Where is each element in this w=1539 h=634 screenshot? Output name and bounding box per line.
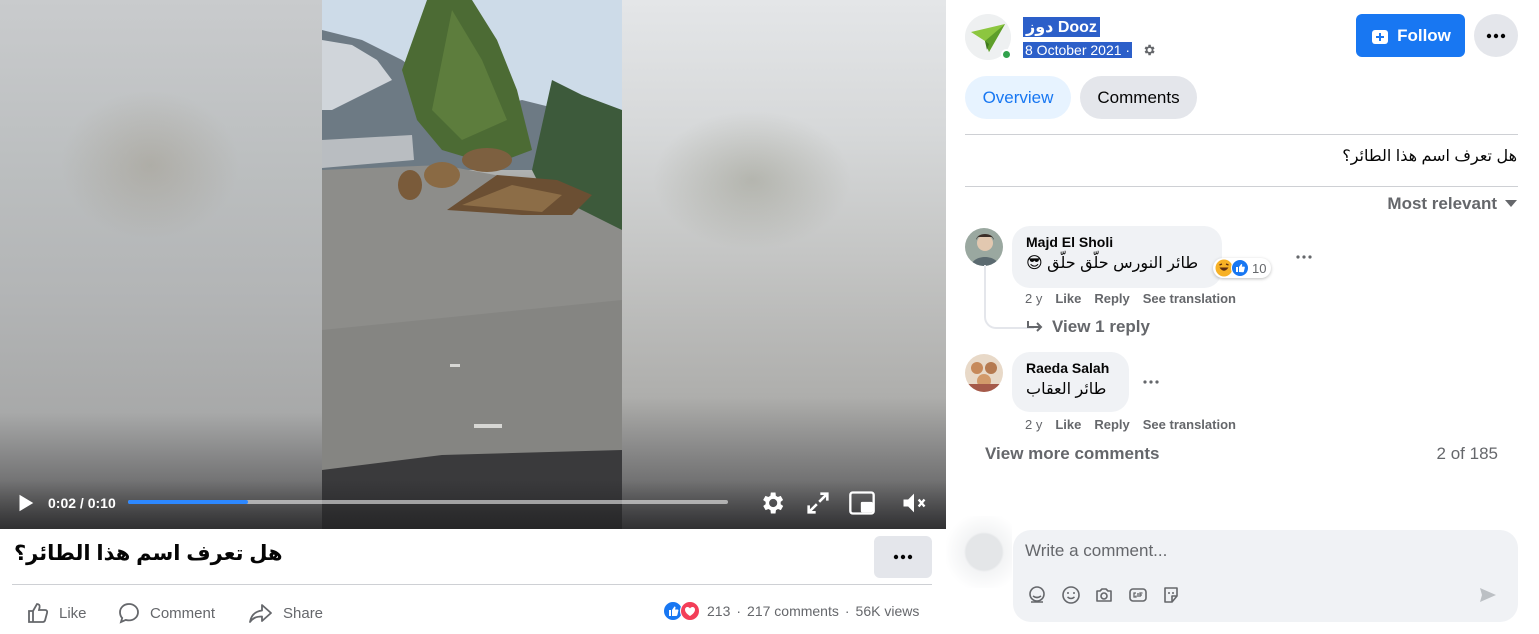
see-translation-link[interactable]: See translation [1143, 417, 1236, 432]
video-progress-bar[interactable] [128, 500, 728, 504]
comment-author[interactable]: Majd El Sholi [1026, 234, 1208, 250]
video-frame[interactable] [322, 0, 622, 529]
comment-reply-link[interactable]: Reply [1094, 291, 1129, 306]
chevron-down-icon [1505, 200, 1517, 207]
like-icon [28, 603, 49, 623]
comment-meta: 2 y Like Reply See translation [1025, 417, 1236, 432]
share-icon [249, 604, 272, 623]
page-name[interactable]: دوز Dooz [1023, 17, 1100, 37]
comment-label: Comment [150, 604, 216, 622]
love-reaction-icon [680, 601, 700, 621]
comment-text: طائر العقاب [1026, 381, 1107, 398]
fullscreen-icon[interactable] [804, 489, 832, 517]
comment-age[interactable]: 2 y [1025, 417, 1042, 432]
post-detail-panel: دوز Dooz 8 October 2021 · Follow Overvie… [946, 0, 1539, 634]
follow-plus-icon [1372, 29, 1389, 44]
more-dots-icon [1296, 255, 1312, 259]
settings-icon[interactable] [758, 489, 786, 517]
comment-options-button[interactable] [1292, 245, 1316, 269]
comment-input[interactable]: Write a comment... [1025, 541, 1167, 561]
tabs-divider [965, 134, 1518, 135]
reaction-icons[interactable] [663, 601, 700, 621]
video-player[interactable]: 0:02 / 0:10 [0, 0, 946, 529]
sort-label: Most relevant [1387, 194, 1497, 213]
comment-page-count: 2 of 185 [1436, 444, 1498, 463]
time-total: 0:10 [87, 495, 116, 511]
view-replies-link[interactable]: View 1 reply [1026, 317, 1150, 337]
tab-comments[interactable]: Comments [1080, 76, 1197, 119]
comment-text: طائر النورس حلّق حلّق 😎 [1026, 255, 1199, 272]
post-caption: هل تعرف اسم هذا الطائر؟ [14, 542, 283, 565]
tab-overview[interactable]: Overview [965, 76, 1071, 119]
see-translation-link[interactable]: See translation [1143, 291, 1236, 306]
comment-like-link[interactable]: Like [1055, 417, 1081, 432]
current-user-avatar [946, 516, 1012, 588]
send-icon[interactable] [1478, 585, 1498, 605]
video-blur-backdrop-right [622, 0, 946, 529]
picture-in-picture-icon[interactable] [848, 489, 876, 517]
avatar-image [965, 228, 1003, 266]
follow-button[interactable]: Follow [1356, 14, 1465, 57]
video-progress-fill [128, 500, 248, 504]
comment-sort-dropdown[interactable]: Most relevant [1387, 194, 1517, 214]
view-replies-label: View 1 reply [1052, 317, 1150, 336]
comment-icon [119, 603, 139, 624]
post-date[interactable]: 8 October 2021 · [1023, 42, 1133, 58]
comment-reply-link[interactable]: Reply [1094, 417, 1129, 432]
play-icon[interactable] [14, 492, 36, 514]
comment-like-link[interactable]: Like [1055, 291, 1081, 306]
avatar-image [965, 354, 1003, 392]
comment-button[interactable]: Comment [117, 598, 215, 628]
page-more-options-button[interactable] [1474, 14, 1518, 57]
like-label: Like [59, 604, 87, 622]
more-dots-icon [1486, 33, 1506, 38]
share-button[interactable]: Share [248, 598, 323, 628]
video-time: 0:02 / 0:10 [48, 495, 116, 511]
reaction-count[interactable]: 213 [707, 603, 730, 619]
commenter-avatar[interactable] [965, 228, 1003, 266]
post-text: هل تعرف اسم هذا الطائر؟ [1342, 148, 1517, 165]
view-more-comments-link[interactable]: View more comments [985, 444, 1159, 464]
post-stats: 213 · 217 comments · 56K views [663, 601, 919, 621]
video-scene [322, 0, 622, 529]
comment-reaction-count: 10 [1252, 260, 1267, 276]
follow-label: Follow [1397, 25, 1451, 45]
comment-meta: 2 y Like Reply See translation [1025, 291, 1236, 306]
post-viewer: 0:02 / 0:10 هل تعرف اسم هذا الطائر؟ Like… [0, 0, 1539, 634]
emoji-icon[interactable] [1061, 585, 1081, 605]
video-controls: 0:02 / 0:10 [0, 480, 946, 529]
commenter-avatar[interactable] [965, 354, 1003, 392]
stats-separator: · [736, 603, 742, 619]
more-dots-icon [1143, 380, 1159, 384]
sticker-icon[interactable] [1161, 585, 1181, 605]
mute-icon[interactable] [900, 489, 928, 517]
stats-separator: · [844, 603, 850, 619]
comment-bubble: Majd El Sholi طائر النورس حلّق حلّق 😎 [1012, 226, 1222, 288]
share-label: Share [283, 604, 324, 622]
like-button[interactable]: Like [26, 598, 87, 628]
online-status-dot [1001, 49, 1012, 60]
comment-reactions[interactable]: 10 [1213, 258, 1272, 278]
time-current: 0:02 [48, 495, 77, 511]
comment-author[interactable]: Raeda Salah [1026, 360, 1115, 376]
caption-divider [12, 584, 932, 585]
post-more-options-button[interactable] [874, 536, 932, 578]
audience-settings-icon[interactable] [1142, 43, 1156, 57]
comment-composer[interactable]: Write a comment... [1013, 530, 1518, 622]
comment-count[interactable]: 217 comments [747, 603, 839, 619]
post-text-divider [965, 186, 1518, 187]
comment-bubble: Raeda Salah طائر العقاب [1012, 352, 1129, 412]
avatar-sticker-icon[interactable] [1027, 585, 1047, 605]
gif-icon[interactable] [1128, 585, 1148, 605]
more-dots-icon [893, 554, 913, 560]
camera-icon[interactable] [1094, 585, 1114, 605]
reply-arrow-icon [1027, 321, 1043, 332]
comment-options-button[interactable] [1139, 370, 1163, 394]
like-reaction-icon [1231, 259, 1249, 277]
video-blur-backdrop-left [0, 0, 322, 529]
view-count: 56K views [855, 603, 920, 619]
time-separator: / [79, 495, 84, 511]
